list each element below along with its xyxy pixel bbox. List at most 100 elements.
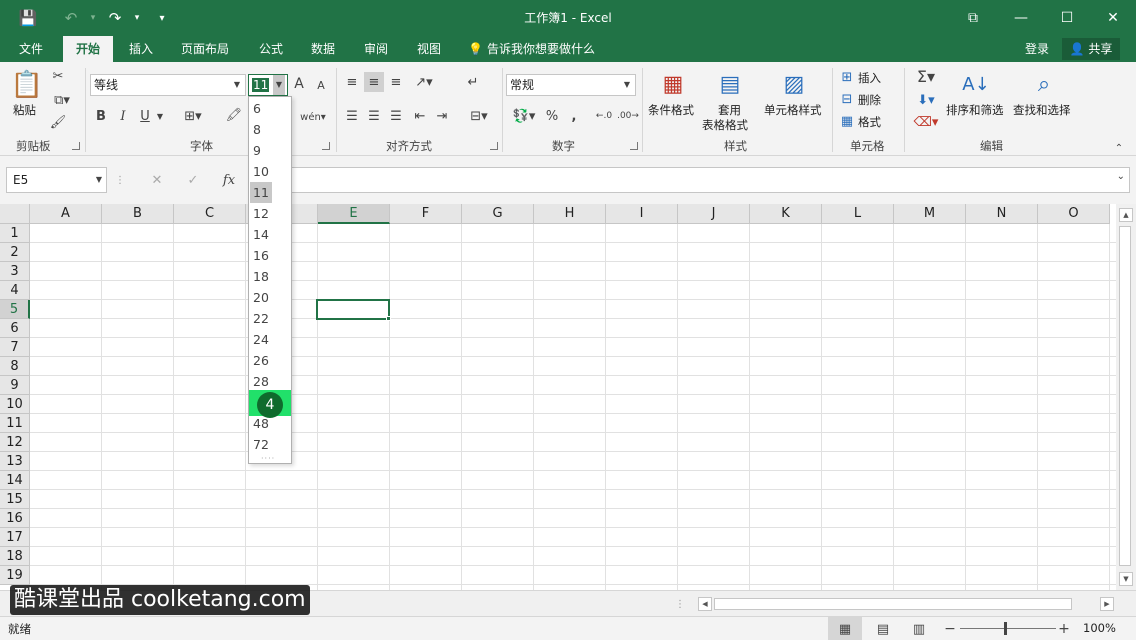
row-header-11[interactable]: 11 (0, 414, 30, 433)
undo-icon[interactable]: ↶ (56, 0, 86, 36)
save-icon[interactable]: 💾 (0, 0, 56, 36)
tab-page-layout[interactable]: 页面布局 (172, 36, 238, 62)
row-header-5[interactable]: 5 (0, 300, 30, 319)
row-header-2[interactable]: 2 (0, 243, 30, 262)
wrap-text-icon[interactable]: ↵ (462, 72, 484, 92)
insert-cells-icon[interactable]: ⊞ (838, 68, 856, 86)
align-center-icon[interactable]: ☰ (364, 106, 384, 126)
chevron-down-icon[interactable]: ▼ (273, 75, 285, 95)
column-header-f[interactable]: F (390, 204, 462, 224)
decrease-indent-icon[interactable]: ⇤ (410, 106, 430, 126)
chevron-down-icon[interactable]: ⌄ (1117, 171, 1125, 182)
name-box[interactable]: E5 ▼ (6, 167, 107, 193)
cell-styles-icon[interactable]: ▨ (778, 68, 810, 100)
percent-icon[interactable]: % (544, 106, 560, 126)
format-painter-icon[interactable]: 🖌 (48, 112, 68, 132)
fill-color-icon[interactable]: 🖍 (220, 104, 248, 126)
row-header-15[interactable]: 15 (0, 490, 30, 509)
row-header-3[interactable]: 3 (0, 262, 30, 281)
login-link[interactable]: 登录 (1025, 36, 1049, 62)
scroll-right-icon[interactable]: ▶ (1100, 597, 1114, 611)
font-launcher-icon[interactable] (322, 142, 330, 150)
format-cells-icon[interactable]: ▦ (838, 112, 856, 130)
format-as-table-line2[interactable]: 表格格式 (702, 117, 748, 133)
row-header-1[interactable]: 1 (0, 224, 30, 243)
font-size-option-14[interactable]: 14 (249, 224, 291, 245)
delete-cells-button[interactable]: 删除 (858, 92, 881, 108)
align-bottom-icon[interactable]: ≡ (386, 72, 406, 92)
vertical-scrollbar[interactable]: ▲ ▼ (1116, 204, 1136, 590)
grow-font-icon[interactable]: A (292, 74, 306, 94)
paste-button[interactable]: 粘贴 (13, 102, 36, 118)
column-header-j[interactable]: J (678, 204, 750, 224)
redo-dropdown-icon[interactable]: ▾ (130, 0, 144, 36)
font-name-combo[interactable]: 等线 ▼ (90, 74, 246, 96)
conditional-formatting-icon[interactable]: ▦ (658, 68, 688, 100)
search-icon[interactable]: ⌕ (1028, 68, 1060, 100)
collapse-ribbon-icon[interactable]: ⌃ (1112, 142, 1126, 154)
insert-function-icon[interactable]: fx (220, 170, 238, 190)
chevron-down-icon[interactable]: ▼ (96, 168, 102, 192)
tab-view[interactable]: 视图 (406, 36, 452, 62)
row-header-7[interactable]: 7 (0, 338, 30, 357)
font-size-option-28[interactable]: 28 (249, 371, 291, 392)
fill-handle[interactable] (386, 316, 391, 321)
increase-indent-icon[interactable]: ⇥ (432, 106, 452, 126)
column-header-n[interactable]: N (966, 204, 1038, 224)
column-header-i[interactable]: I (606, 204, 678, 224)
font-size-option-10[interactable]: 10 (249, 161, 291, 182)
tab-data[interactable]: 数据 (300, 36, 346, 62)
column-header-g[interactable]: G (462, 204, 534, 224)
clipboard-launcher-icon[interactable] (72, 142, 80, 150)
format-as-table-line1[interactable]: 套用 (718, 102, 741, 118)
font-size-combo[interactable]: 11 ▼ (248, 74, 288, 96)
align-right-icon[interactable]: ☰ (386, 106, 406, 126)
currency-icon[interactable]: 💱▾ (508, 106, 540, 126)
minimize-button[interactable]: — (998, 0, 1044, 36)
column-header-e[interactable]: E (318, 204, 390, 224)
row-header-18[interactable]: 18 (0, 547, 30, 566)
italic-button[interactable]: I (116, 106, 130, 126)
row-header-16[interactable]: 16 (0, 509, 30, 528)
formula-input[interactable]: ⌄ (248, 167, 1130, 193)
increase-decimal-icon[interactable]: ←.0 (594, 106, 614, 126)
tab-review[interactable]: 审阅 (353, 36, 399, 62)
tell-me-box[interactable]: 💡 告诉我你想要做什么 (468, 36, 595, 62)
font-size-option-24[interactable]: 24 (249, 329, 291, 350)
close-button[interactable]: ✕ (1090, 0, 1136, 36)
copy-icon[interactable]: ⧉▾ (48, 90, 76, 110)
tab-insert[interactable]: 插入 (118, 36, 164, 62)
row-header-10[interactable]: 10 (0, 395, 30, 414)
select-all-corner[interactable] (0, 204, 30, 224)
vertical-scroll-thumb[interactable] (1119, 226, 1131, 566)
tab-file[interactable]: 文件 (8, 36, 54, 62)
comma-style-icon[interactable]: , (566, 106, 582, 126)
merge-center-icon[interactable]: ⊟▾ (462, 106, 496, 126)
horizontal-scroll-thumb[interactable] (714, 598, 1072, 610)
align-top-icon[interactable]: ≡ (342, 72, 362, 92)
column-header-c[interactable]: C (174, 204, 246, 224)
cell-styles-button[interactable]: 单元格样式 (764, 102, 822, 118)
column-header-o[interactable]: O (1038, 204, 1110, 224)
row-header-14[interactable]: 14 (0, 471, 30, 490)
undo-dropdown-icon[interactable]: ▾ (86, 0, 100, 36)
column-header-h[interactable]: H (534, 204, 606, 224)
tab-formulas[interactable]: 公式 (248, 36, 294, 62)
align-middle-icon[interactable]: ≡ (364, 72, 384, 92)
font-size-option-18[interactable]: 18 (249, 266, 291, 287)
customize-qat-icon[interactable]: ▾ (144, 0, 180, 36)
row-header-13[interactable]: 13 (0, 452, 30, 471)
font-size-option-11[interactable]: 11 (249, 182, 291, 203)
zoom-out-icon[interactable]: − (944, 620, 956, 638)
delete-cells-icon[interactable]: ⊟ (838, 90, 856, 108)
underline-button[interactable]: U (138, 106, 152, 126)
format-cells-button[interactable]: 格式 (858, 114, 881, 130)
worksheet-grid[interactable]: ABCDEFGHIJKLMNO 123456789101112131415161… (0, 204, 1116, 590)
shrink-font-icon[interactable]: A (314, 76, 328, 94)
cut-icon[interactable]: ✂ (48, 66, 68, 86)
page-layout-view-icon[interactable]: ▤ (874, 620, 892, 638)
font-size-option-22[interactable]: 22 (249, 308, 291, 329)
scroll-down-icon[interactable]: ▼ (1119, 572, 1133, 586)
paste-icon[interactable]: 📋 (10, 68, 44, 102)
orientation-icon[interactable]: ↗▾ (410, 72, 438, 92)
